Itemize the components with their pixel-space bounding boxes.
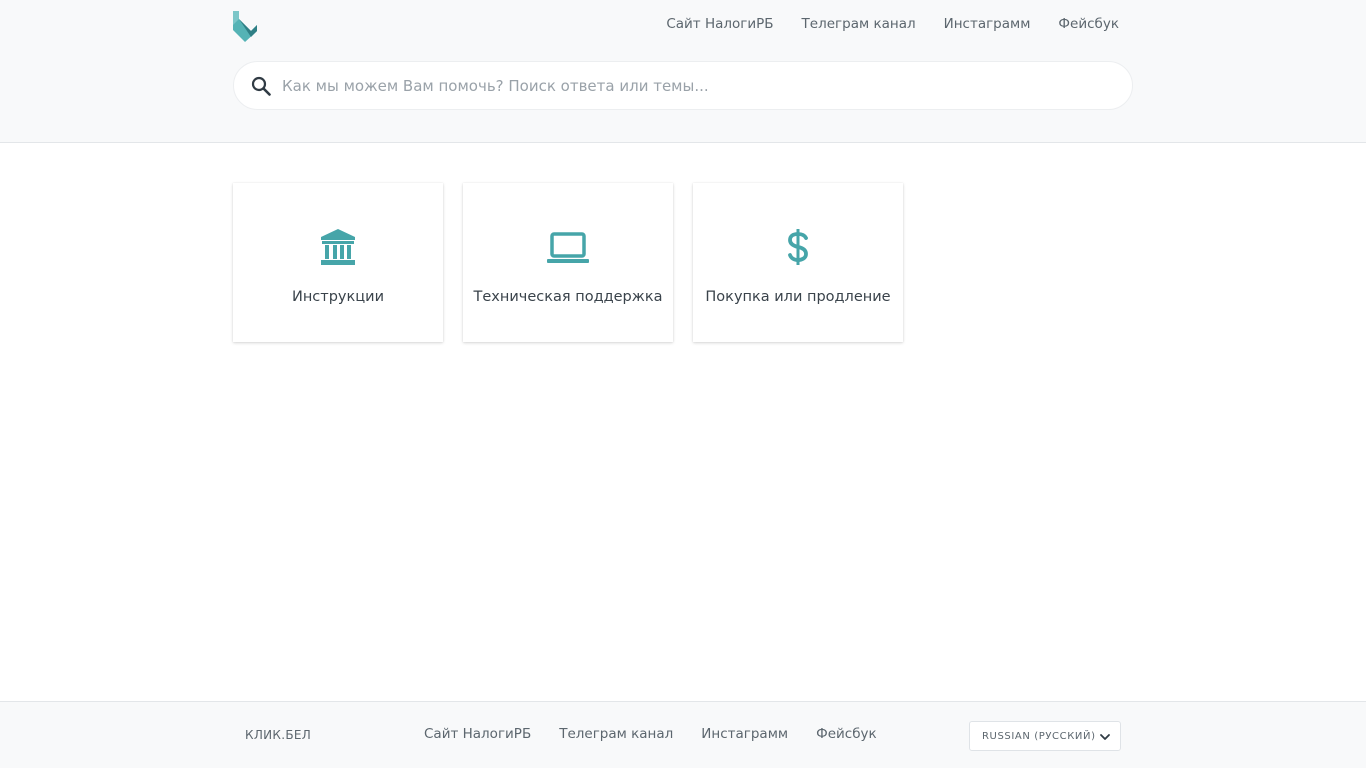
search-input[interactable] (282, 72, 1112, 100)
dollar-icon (788, 229, 808, 265)
category-label: Техническая поддержка (473, 289, 663, 305)
footer-nav: Сайт НалогиРБ Телеграм канал Инстаграмм … (424, 726, 877, 742)
header: Сайт НалогиРБ Телеграм канал Инстаграмм … (0, 0, 1366, 143)
logo-icon[interactable] (233, 11, 257, 42)
laptop-icon (547, 232, 589, 263)
footer-link-facebook[interactable]: Фейсбук (816, 726, 877, 742)
category-label: Покупка или продление (705, 289, 891, 305)
footer-link-instagram[interactable]: Инстаграмм (701, 726, 788, 742)
bank-icon (321, 229, 355, 265)
footer: КЛИК.БЕЛ Сайт НалогиРБ Телеграм канал Ин… (0, 701, 1366, 768)
category-label: Инструкции (291, 289, 384, 305)
chevron-down-icon (1100, 734, 1110, 740)
nav-link-nalogi[interactable]: Сайт НалогиРБ (666, 16, 773, 32)
nav-link-facebook[interactable]: Фейсбук (1058, 16, 1119, 32)
top-nav: Сайт НалогиРБ Телеграм канал Инстаграмм … (666, 16, 1119, 32)
category-card-instructions[interactable]: Инструкции (233, 183, 443, 342)
nav-link-instagram[interactable]: Инстаграмм (944, 16, 1031, 32)
category-card-purchase[interactable]: Покупка или продление (693, 183, 903, 342)
nav-link-telegram[interactable]: Телеграм канал (802, 16, 916, 32)
search-bar[interactable] (233, 61, 1133, 110)
search-icon (251, 76, 271, 96)
language-select[interactable]: RUSSIAN (РУССКИЙ) (969, 721, 1121, 751)
footer-brand: КЛИК.БЕЛ (245, 728, 312, 742)
category-cards: Инструкции Техническая поддержка Покупка… (233, 183, 903, 342)
language-label: RUSSIAN (РУССКИЙ) (982, 730, 1096, 742)
category-card-support[interactable]: Техническая поддержка (463, 183, 673, 342)
footer-link-nalogi[interactable]: Сайт НалогиРБ (424, 726, 531, 742)
footer-link-telegram[interactable]: Телеграм канал (559, 726, 673, 742)
